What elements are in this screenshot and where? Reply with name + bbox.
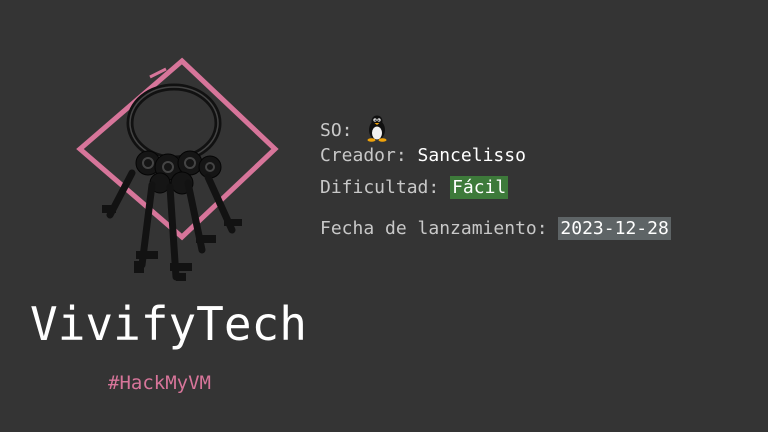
machine-title: VivifyTech (30, 297, 307, 351)
keyring-icon (76, 57, 279, 281)
creator-row: Creador: Sancelisso (320, 145, 526, 167)
os-label: SO: (320, 120, 353, 141)
release-date-row: Fecha de lanzamiento: 2023-12-28 (320, 217, 671, 240)
platform-tag: #HackMyVM (108, 372, 211, 394)
creator-label: Creador: (320, 145, 407, 166)
release-date-label: Fecha de lanzamiento: (320, 218, 548, 239)
difficulty-badge: Fácil (450, 176, 509, 199)
creator-value: Sancelisso (417, 145, 526, 166)
os-row: SO: (320, 114, 391, 142)
difficulty-label: Dificultad: (320, 177, 440, 198)
linux-tux-icon (367, 115, 387, 142)
release-date-badge: 2023-12-28 (558, 217, 671, 240)
machine-card: SO: Creador: Sancelisso Dificultad: Fáci… (0, 0, 768, 432)
difficulty-row: Dificultad: Fácil (320, 176, 509, 199)
